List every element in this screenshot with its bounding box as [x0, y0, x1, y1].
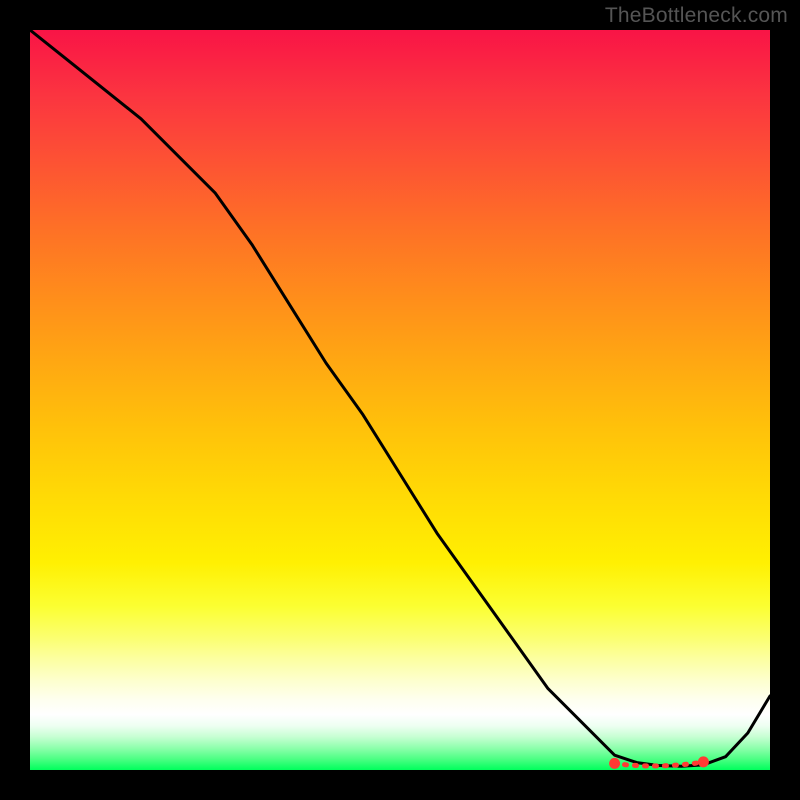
chart-frame: TheBottleneck.com: [0, 0, 800, 800]
plot-gradient-background: [30, 30, 770, 770]
watermark-text: TheBottleneck.com: [605, 4, 788, 28]
